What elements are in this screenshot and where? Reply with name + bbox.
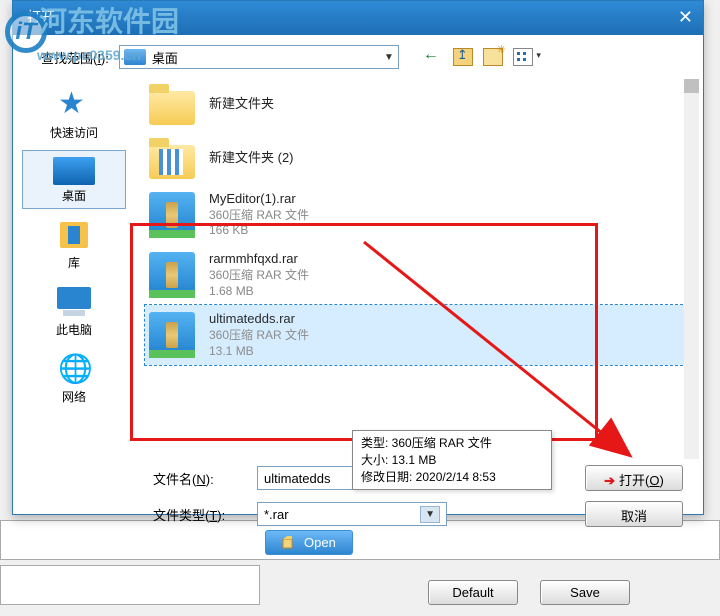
default-button[interactable]: Default <box>428 580 518 605</box>
new-folder-icon[interactable] <box>483 48 503 66</box>
folder-icon <box>149 91 195 125</box>
places-label: 网络 <box>23 388 125 405</box>
places-item-desktop[interactable]: 桌面 <box>22 150 126 209</box>
back-icon[interactable] <box>423 48 443 66</box>
open-button-bg[interactable]: Open <box>265 530 353 555</box>
file-size: 13.1 MB <box>209 344 309 360</box>
file-info: 新建文件夹 <box>209 96 274 113</box>
file-info: MyEditor(1).rar360压缩 RAR 文件166 KB <box>209 191 309 239</box>
toolbar-icons <box>423 48 533 66</box>
desktop-icon <box>53 157 95 185</box>
places-item-net[interactable]: 网络 <box>22 347 126 410</box>
places-label: 桌面 <box>23 187 125 204</box>
filetype-select[interactable]: *.rar ▼ <box>257 502 447 526</box>
file-row[interactable]: 新建文件夹 <box>145 77 687 131</box>
filetype-label: 文件类型(T): <box>153 505 243 524</box>
file-size: 166 KB <box>209 223 309 239</box>
file-row[interactable]: 新建文件夹 (2) <box>145 131 687 185</box>
watermark: iT河东软件园 www.pc0359.cn <box>5 0 179 63</box>
rar-icon <box>149 252 195 298</box>
file-row[interactable]: rarmmhfqxd.rar360压缩 RAR 文件1.68 MB <box>145 245 687 305</box>
file-name: ultimatedds.rar <box>209 311 309 328</box>
save-button[interactable]: Save <box>540 580 630 605</box>
file-info: rarmmhfqxd.rar360压缩 RAR 文件1.68 MB <box>209 251 309 299</box>
file-name: 新建文件夹 (2) <box>209 150 294 167</box>
file-name: rarmmhfqxd.rar <box>209 251 309 268</box>
file-type: 360压缩 RAR 文件 <box>209 268 309 284</box>
close-icon[interactable]: ✕ <box>678 7 693 28</box>
rar-icon <box>149 312 195 358</box>
scrollbar[interactable] <box>684 79 699 459</box>
filename-value: ultimatedds <box>264 471 330 486</box>
file-row[interactable]: ultimatedds.rar360压缩 RAR 文件13.1 MB <box>145 305 687 365</box>
file-row[interactable]: MyEditor(1).rar360压缩 RAR 文件166 KB <box>145 185 687 245</box>
file-info: 新建文件夹 (2) <box>209 150 294 167</box>
star-icon <box>54 90 94 122</box>
up-one-level-icon[interactable] <box>453 48 473 66</box>
scrollbar-thumb[interactable] <box>684 79 699 93</box>
places-item-lib[interactable]: 库 <box>22 213 126 276</box>
chevron-down-icon: ▼ <box>384 52 394 63</box>
pc-icon <box>53 287 95 319</box>
file-name: 新建文件夹 <box>209 96 274 113</box>
rar-icon <box>149 192 195 238</box>
file-name: MyEditor(1).rar <box>209 191 309 208</box>
chevron-down-icon[interactable]: ▼ <box>420 506 440 523</box>
places-item-pc[interactable]: 此电脑 <box>22 280 126 343</box>
file-type: 360压缩 RAR 文件 <box>209 328 309 344</box>
view-menu-icon[interactable] <box>513 48 533 66</box>
folder-icon <box>149 145 195 179</box>
cancel-button[interactable]: 取消 <box>585 501 683 527</box>
net-icon <box>54 354 94 386</box>
file-info: ultimatedds.rar360压缩 RAR 文件13.1 MB <box>209 311 309 359</box>
places-label: 快速访问 <box>23 124 125 141</box>
places-label: 此电脑 <box>23 321 125 338</box>
file-type: 360压缩 RAR 文件 <box>209 208 309 224</box>
tooltip: 类型: 360压缩 RAR 文件 大小: 13.1 MB 修改日期: 2020/… <box>352 430 552 490</box>
places-label: 库 <box>23 254 125 271</box>
lookin-value: 桌面 <box>152 48 378 67</box>
places-bar: 快速访问桌面库此电脑网络 <box>13 75 135 455</box>
file-size: 1.68 MB <box>209 284 309 300</box>
places-item-star[interactable]: 快速访问 <box>22 83 126 146</box>
lib-icon <box>54 220 94 252</box>
filename-label: 文件名(N): <box>153 469 243 488</box>
background-field-2 <box>0 565 260 605</box>
filetype-value: *.rar <box>264 507 289 522</box>
file-list[interactable]: 新建文件夹新建文件夹 (2)MyEditor(1).rar360压缩 RAR 文… <box>135 75 703 455</box>
open-button[interactable]: ➔打开(O) <box>585 465 683 491</box>
